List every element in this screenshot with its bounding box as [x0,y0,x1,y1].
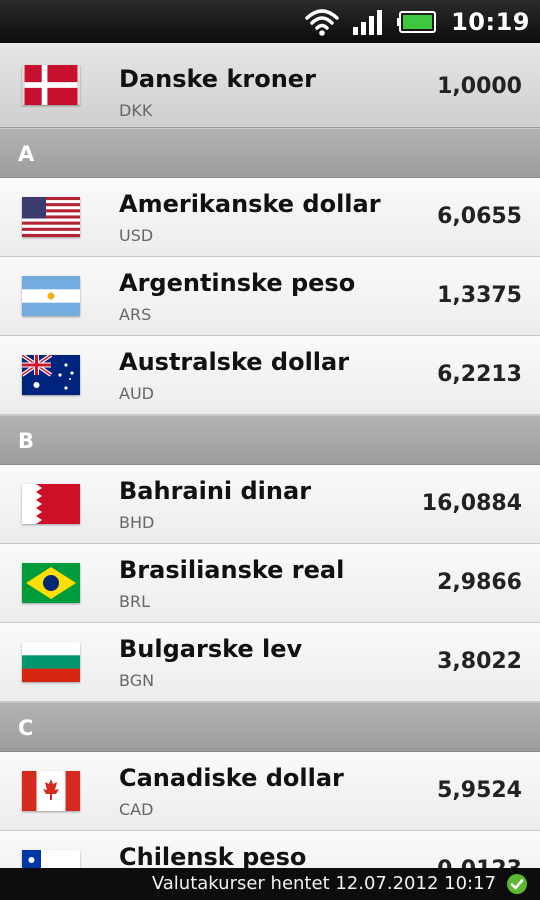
currency-code: CAD [119,800,154,819]
bahrain-flag-icon [22,484,80,524]
chile-flag-icon [22,850,80,868]
battery-icon [397,11,437,33]
argentina-flag-icon [22,276,80,316]
currency-rate: 1,3375 [437,283,522,308]
wifi-icon [305,8,339,36]
signal-icon [353,9,383,35]
section-header-c: C [0,702,540,752]
currency-code: USD [119,226,154,245]
check-icon [506,873,528,895]
denmark-flag-icon [22,65,80,105]
currency-rate: 1,0000 [437,74,522,99]
currency-rate: 0,0123 [437,857,522,868]
currency-name: Chilensk peso [119,843,307,868]
currency-rate: 5,9524 [437,778,522,803]
usa-flag-icon [22,197,80,237]
base-currency-row[interactable]: Danske kroner DKK 1,0000 [0,43,540,128]
currency-rate: 2,9866 [437,570,522,595]
currency-name: Canadiske dollar [119,764,344,792]
currency-row-aud[interactable]: Australske dollar AUD 6,2213 [0,336,540,415]
section-header-a: A [0,128,540,178]
currency-rate: 16,0884 [421,491,522,516]
australia-flag-icon [22,355,80,395]
currency-rate: 3,8022 [437,649,522,674]
canada-flag-icon [22,771,80,811]
update-status-text: Valutakurser hentet 12.07.2012 10:17 [151,873,496,894]
currency-row-brl[interactable]: Brasilianske real BRL 2,9866 [0,544,540,623]
status-time: 10:19 [451,8,530,36]
currency-code: ARS [119,305,152,324]
currency-name: Amerikanske dollar [119,190,381,218]
currency-name: Bahraini dinar [119,477,312,505]
currency-rate: 6,0655 [437,204,522,229]
currency-row-usd[interactable]: Amerikanske dollar USD 6,0655 [0,178,540,257]
currency-rate: 6,2213 [437,362,522,387]
currency-list[interactable]: A Amerikanske dollar USD 6,0655 Argentin… [0,128,540,868]
currency-name: Danske kroner [119,65,316,93]
bulgaria-flag-icon [22,642,80,682]
currency-code: BHD [119,513,155,532]
currency-row-clp[interactable]: Chilensk peso 0,0123 [0,831,540,868]
currency-name: Bulgarske lev [119,635,303,663]
currency-name: Australske dollar [119,348,350,376]
currency-code: BRL [119,592,151,611]
currency-row-bhd[interactable]: Bahraini dinar BHD 16,0884 [0,465,540,544]
currency-code: DKK [119,101,153,120]
currency-name: Brasilianske real [119,556,345,584]
currency-name: Argentinske peso [119,269,356,297]
currency-row-ars[interactable]: Argentinske peso ARS 1,3375 [0,257,540,336]
currency-code: AUD [119,384,154,403]
currency-row-cad[interactable]: Canadiske dollar CAD 5,9524 [0,752,540,831]
currency-code: BGN [119,671,155,690]
currency-row-bgn[interactable]: Bulgarske lev BGN 3,8022 [0,623,540,702]
status-bar: 10:19 [0,0,540,43]
footer-bar: Valutakurser hentet 12.07.2012 10:17 [0,868,540,900]
section-header-b: B [0,415,540,465]
brazil-flag-icon [22,563,80,603]
